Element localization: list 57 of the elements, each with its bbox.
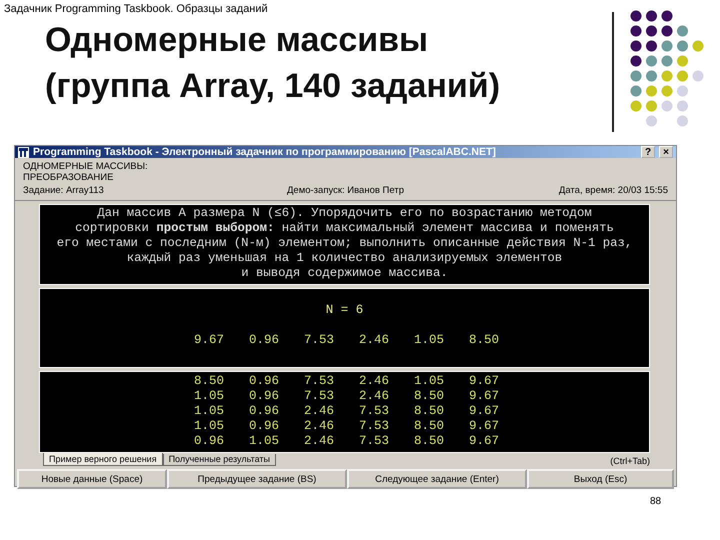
- command-button[interactable]: Новые данные (Space): [17, 469, 167, 489]
- array-value: 8.50: [414, 434, 446, 449]
- array-value: 2.46: [304, 434, 336, 449]
- tab[interactable]: Пример верного решения: [43, 453, 163, 466]
- array-value: 9.67: [469, 389, 500, 404]
- array-value: 8.50: [414, 389, 446, 404]
- array-value: 1.05: [414, 333, 446, 348]
- tab-hint: (Ctrl+Tab): [610, 456, 650, 466]
- array-value: 7.53: [359, 419, 390, 434]
- app-icon: [18, 146, 29, 158]
- array-value: 7.53: [304, 389, 336, 404]
- array-value: 2.46: [359, 333, 390, 348]
- task-label: Задание: Array113: [23, 185, 105, 196]
- help-button[interactable]: ?: [641, 146, 655, 158]
- array-value: 9.67: [469, 419, 500, 434]
- array-value: 9.67: [469, 434, 500, 449]
- array-value: 2.46: [304, 419, 336, 434]
- slide-title: (группа Array, 140 заданий): [45, 66, 502, 107]
- array-value: 8.50: [414, 404, 446, 419]
- mode-label: Демо-запуск: Иванов Петр: [286, 185, 405, 196]
- array-value: 8.50: [469, 333, 500, 348]
- n-value: N = 6: [324, 303, 364, 317]
- array-value: 1.05: [194, 419, 226, 434]
- array-value: 7.53: [359, 434, 390, 449]
- date-label: Дата, время: 20/03 15:55: [558, 185, 668, 196]
- array-value: 7.53: [304, 374, 336, 389]
- array-value: 2.46: [359, 389, 390, 404]
- window-title: Programming Taskbook - Электронный задачник по программированию [PascalABC.NET]: [33, 146, 497, 158]
- array-value: 1.05: [194, 389, 226, 404]
- array-value: 9.67: [469, 374, 500, 389]
- tab[interactable]: Полученные результаты: [162, 454, 276, 466]
- array-value: 9.67: [194, 333, 226, 348]
- close-button[interactable]: ×: [659, 146, 673, 158]
- slide-title: Одномерные массивы: [45, 20, 430, 61]
- array-value: 1.05: [249, 434, 280, 449]
- array-value: 0.96: [194, 434, 226, 449]
- command-button[interactable]: Выход (Esc): [527, 469, 674, 489]
- slide-header: Задачник Programming Taskbook. Образцы заданий: [3, 2, 269, 15]
- array-value: 1.05: [194, 404, 226, 419]
- array-value: 0.96: [249, 404, 280, 419]
- array-value: 9.67: [469, 404, 500, 419]
- array-value: 7.53: [359, 404, 390, 419]
- command-button[interactable]: Предыдущее задание (BS): [167, 469, 347, 489]
- array-value: 8.50: [414, 419, 446, 434]
- array-value: 2.46: [359, 374, 390, 389]
- array-value: 0.96: [249, 333, 280, 348]
- array-value: 0.96: [249, 374, 280, 389]
- command-button[interactable]: Следующее задание (Enter): [347, 469, 527, 489]
- array-value: 1.05: [414, 374, 446, 389]
- page-number: 88: [650, 496, 662, 507]
- task-text: Дан массив A размера N (≤6). Упорядочить его по возрастанию методом сортировки простым выбором: найти максимальный элемент массива и поменять его местами с последним (N-м) элементом; выполнить описанные действия N-1 раз, каждый раз уменьшая на 1 количество анализируемых элементов и выводя содержимое массива.: [39, 204, 650, 285]
- group-label: ОДНОМЕРНЫЕ МАССИВЫ: ПРЕОБРАЗОВАНИЕ: [23, 161, 149, 183]
- array-value: 7.53: [304, 333, 336, 348]
- array-value: 0.96: [249, 389, 280, 404]
- array-value: 0.96: [249, 419, 280, 434]
- array-value: 8.50: [194, 374, 226, 389]
- array-value: 2.46: [304, 404, 336, 419]
